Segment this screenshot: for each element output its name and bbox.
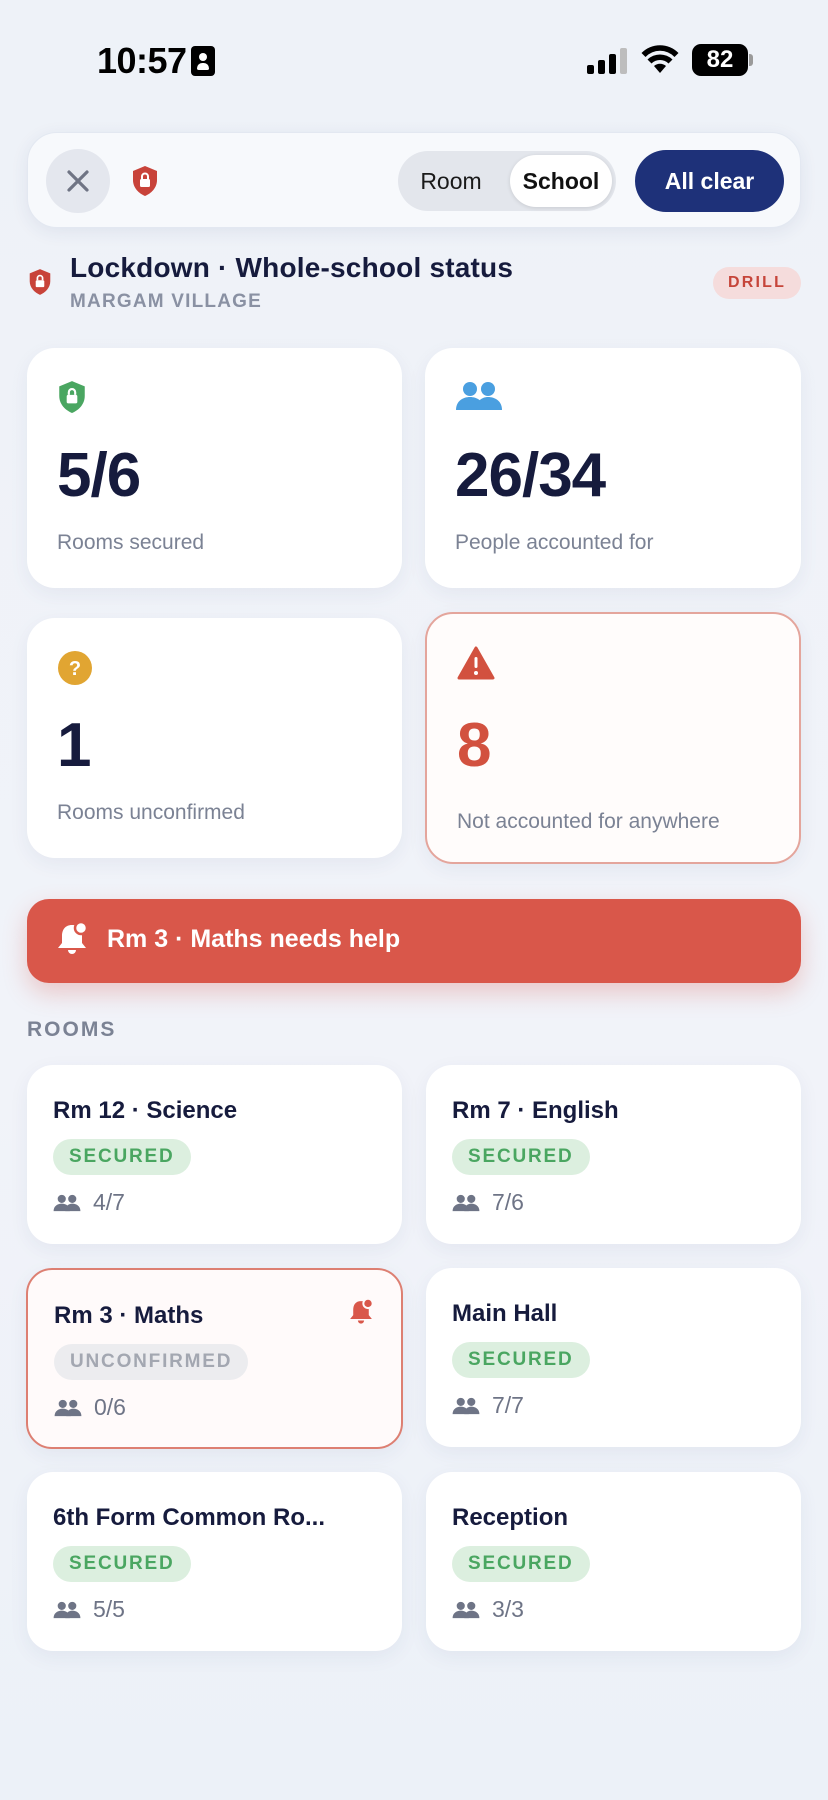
help-banner-text: Rm 3 · Maths needs help (107, 925, 401, 953)
segment-room[interactable]: Room (398, 151, 504, 211)
close-icon (67, 170, 89, 192)
room-card[interactable]: Rm 12 · Science SECURED 4/7 (27, 1065, 402, 1244)
lockdown-shield-icon (29, 269, 51, 295)
status-badge: SECURED (452, 1546, 590, 1582)
all-clear-button[interactable]: All clear (635, 150, 784, 212)
lockdown-toolbar: Room School All clear (27, 132, 801, 228)
room-card-needs-help[interactable]: Rm 3 · Maths UNCONFIRMED 0/6 (26, 1268, 403, 1449)
status-badge: SECURED (452, 1342, 590, 1378)
people-icon (452, 1601, 480, 1619)
status-badge: SECURED (53, 1546, 191, 1582)
bell-alert-icon (350, 1298, 374, 1324)
stat-card-not-accounted: 8 Not accounted for anywhere (425, 612, 801, 864)
school-name: MARGAM VILLAGE (70, 291, 263, 312)
id-card-icon (191, 46, 215, 76)
stat-label: Rooms unconfirmed (57, 801, 245, 824)
stat-value: 5/6 (57, 441, 141, 510)
people-icon (53, 1601, 81, 1619)
stat-value: 8 (457, 711, 491, 780)
room-count-text: 4/7 (93, 1189, 125, 1215)
people-icon (456, 382, 502, 410)
room-count-text: 7/7 (492, 1392, 524, 1418)
room-name: 6th Form Common Ro... (53, 1504, 325, 1531)
people-icon (54, 1399, 82, 1417)
shield-lock-icon (59, 381, 85, 413)
stat-label: Not accounted for anywhere (457, 810, 720, 833)
room-name: Main Hall (452, 1300, 558, 1327)
help-request-banner[interactable]: Rm 3 · Maths needs help (27, 899, 801, 983)
page-title: Lockdown · Whole-school status (70, 252, 514, 283)
svg-text:?: ? (69, 658, 81, 680)
room-count-text: 5/5 (93, 1596, 125, 1622)
status-time: 10:57 (97, 40, 187, 81)
status-badge: UNCONFIRMED (54, 1344, 249, 1380)
battery-tip (749, 54, 753, 66)
room-count-text: 7/6 (492, 1189, 524, 1215)
room-name: Rm 12 · Science (53, 1097, 238, 1124)
room-card[interactable]: Main Hall SECURED 7/7 (426, 1268, 801, 1447)
people-icon (452, 1397, 480, 1415)
battery-indicator: 82 (692, 44, 748, 76)
room-name: Rm 7 · English (452, 1097, 619, 1124)
segment-school[interactable]: School (510, 155, 612, 207)
close-button[interactable] (46, 149, 110, 213)
stat-label: Rooms secured (57, 531, 205, 554)
room-name: Reception (452, 1504, 569, 1531)
stat-label: People accounted for (455, 531, 654, 554)
status-badge: SECURED (452, 1139, 590, 1175)
warning-icon (457, 646, 495, 680)
status-bar: 10:57 82 (0, 0, 828, 120)
lockdown-shield-icon (133, 166, 157, 196)
status-badge: SECURED (53, 1139, 191, 1175)
drill-badge: DRILL (713, 267, 801, 299)
room-name: Rm 3 · Maths (54, 1302, 204, 1329)
stat-card-rooms-secured: 5/6 Rooms secured (27, 348, 402, 588)
cellular-signal-icon (587, 48, 629, 74)
room-card[interactable]: 6th Form Common Ro... SECURED 5/5 (27, 1472, 402, 1651)
bell-alert-icon (58, 921, 89, 954)
scope-segmented-control: Room School (398, 151, 616, 211)
rooms-section-heading: ROOMS (27, 1018, 117, 1041)
stat-card-rooms-unconfirmed: ? 1 Rooms unconfirmed (27, 618, 402, 858)
room-count-text: 0/6 (94, 1394, 126, 1420)
room-card[interactable]: Rm 7 · English SECURED 7/6 (426, 1065, 801, 1244)
room-card[interactable]: Reception SECURED 3/3 (426, 1472, 801, 1651)
room-count-text: 3/3 (492, 1596, 524, 1622)
stat-value: 26/34 (455, 441, 606, 510)
stat-value: 1 (57, 711, 91, 780)
question-icon: ? (58, 651, 92, 685)
wifi-icon (641, 45, 679, 73)
stat-card-people-accounted: 26/34 People accounted for (425, 348, 801, 588)
people-icon (53, 1194, 81, 1212)
people-icon (452, 1194, 480, 1212)
